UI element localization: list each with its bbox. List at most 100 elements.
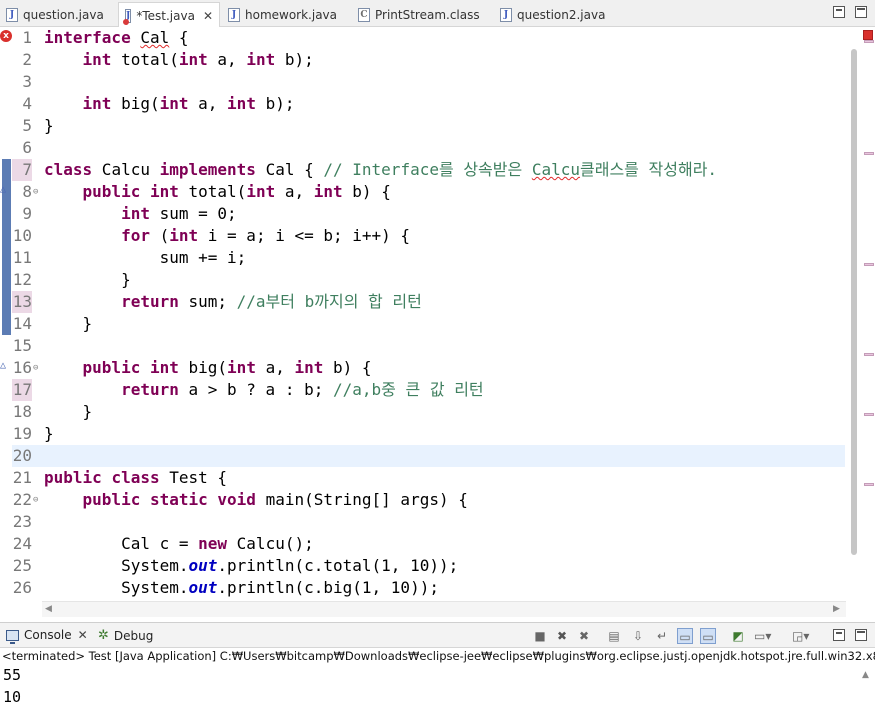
tab-label: question.java xyxy=(23,7,104,22)
code-line[interactable]: 21 public class Test { xyxy=(12,467,845,489)
tab-test-java[interactable]: J *Test.java ✕ xyxy=(118,2,220,28)
display-selected-console-icon[interactable]: ▭▾ xyxy=(754,628,771,644)
line-number: 4 xyxy=(22,94,32,113)
code-line[interactable]: 16 △ ⊖ public int big(int a, int b) { xyxy=(0,357,845,379)
minimize-icon[interactable] xyxy=(833,6,845,18)
code-text: sum += i; xyxy=(44,248,247,267)
tab-debug[interactable]: ✲ Debug xyxy=(98,628,153,643)
horizontal-scrollbar[interactable]: ◀ ▶ xyxy=(42,601,846,617)
code-line[interactable]: 4 int big(int a, int b); xyxy=(12,93,845,115)
line-number: 16 xyxy=(12,358,32,377)
code-line[interactable]: 26 System.out.println(c.big(1, 10)); xyxy=(12,577,845,599)
scroll-lock-icon[interactable]: ⇩ xyxy=(630,628,646,644)
code-line[interactable]: 17 return a > b ? a : b; //a,b중 큰 값 리턴 xyxy=(12,379,845,401)
code-line[interactable]: 12 } xyxy=(12,269,845,291)
vertical-scrollbar-thumb[interactable] xyxy=(851,49,857,555)
code-text: System.out.println(c.big(1, 10)); xyxy=(44,578,439,597)
scroll-up-icon[interactable]: ▲ xyxy=(862,670,869,680)
console-output[interactable]: 55 10 xyxy=(0,664,860,711)
line-number: 10 xyxy=(12,226,32,245)
scroll-right-icon[interactable]: ▶ xyxy=(833,604,840,614)
code-line[interactable]: 5} xyxy=(12,115,845,137)
code-line[interactable]: 23 xyxy=(12,511,845,533)
line-number: 20 xyxy=(12,446,32,465)
code-text: } xyxy=(44,270,131,289)
code-text: int total(int a, int b); xyxy=(82,50,314,69)
editor-tab-bar: J question.java J *Test.java ✕ J homewor… xyxy=(0,0,875,28)
word-wrap-icon[interactable]: ↵ xyxy=(654,628,670,644)
code-text: return a > b ? a : b; //a,b중 큰 값 리턴 xyxy=(121,380,484,399)
remove-all-terminated-icon[interactable]: ✖ xyxy=(576,628,592,644)
code-line[interactable]: 13 return sum; //a부터 b까지의 합 리턴 xyxy=(12,291,845,313)
overview-ruler xyxy=(846,27,875,617)
code-text: } xyxy=(44,402,93,421)
console-scrollbar[interactable]: ▲ xyxy=(860,664,875,711)
line-number: 11 xyxy=(12,248,32,267)
tab-console[interactable]: Console ✕ xyxy=(6,628,88,644)
overview-marker xyxy=(864,483,874,486)
show-console-on-error-icon[interactable]: ▭ xyxy=(700,628,716,644)
tab-label: *Test.java xyxy=(136,8,195,23)
code-line[interactable]: 22 ⊖ public static void main(String[] arg… xyxy=(12,489,845,511)
code-line[interactable]: 14 } xyxy=(12,313,845,335)
overview-marker xyxy=(864,152,874,155)
tab-question-java[interactable]: J question.java xyxy=(0,2,104,27)
code-line[interactable]: 18 } xyxy=(12,401,845,423)
open-console-icon[interactable]: ◲▾ xyxy=(792,628,809,644)
fold-toggle-icon[interactable]: ⊖ xyxy=(33,489,38,511)
clear-console-icon[interactable]: ▤ xyxy=(606,628,622,644)
line-number: 18 xyxy=(12,402,32,421)
code-line[interactable]: 1 interface Cal { xyxy=(12,27,845,49)
line-number: 8 xyxy=(22,182,32,201)
java-file-icon: J xyxy=(6,7,18,22)
fold-toggle-icon[interactable]: ⊖ xyxy=(33,181,38,203)
code-text: public class Test { xyxy=(44,468,228,487)
show-console-on-output-icon[interactable]: ▭ xyxy=(677,628,693,644)
terminate-icon[interactable]: ■ xyxy=(532,628,548,644)
override-indicator-icon[interactable]: △ xyxy=(0,179,6,201)
debug-icon: ✲ xyxy=(98,628,109,643)
code-line[interactable]: 11 sum += i; xyxy=(12,247,845,269)
code-line[interactable]: 6 xyxy=(12,137,845,159)
close-icon[interactable]: ✕ xyxy=(78,628,88,642)
code-text[interactable]: 1 interface Cal {2 int total(int a, int b… xyxy=(0,27,845,601)
override-indicator-icon[interactable]: △ xyxy=(0,355,6,377)
line-number: 7 xyxy=(12,159,32,181)
overview-marker xyxy=(864,40,874,43)
tab-label: Debug xyxy=(113,628,154,643)
code-line[interactable]: 25 System.out.println(c.total(1, 10)); xyxy=(12,555,845,577)
code-line[interactable]: 3 xyxy=(12,71,845,93)
maximize-icon[interactable] xyxy=(855,629,867,641)
code-line[interactable]: 19} xyxy=(12,423,845,445)
close-icon[interactable]: ✕ xyxy=(203,9,213,23)
minimize-icon[interactable] xyxy=(833,629,845,641)
line-number: 25 xyxy=(12,556,32,575)
code-text: public static void main(String[] args) { xyxy=(82,490,468,509)
line-number: 26 xyxy=(12,578,32,597)
code-text: public int big(int a, int b) { xyxy=(82,358,372,377)
tab-label: homework.java xyxy=(245,7,338,22)
code-editor[interactable]: x 1 interface Cal {2 int total(int a, int… xyxy=(0,27,875,617)
scroll-left-icon[interactable]: ◀ xyxy=(45,604,52,614)
fold-toggle-icon[interactable]: ⊖ xyxy=(33,357,38,379)
tab-homework-java[interactable]: J homework.java xyxy=(222,2,337,27)
code-line[interactable]: 8 △ ⊖ public int total(int a, int b) { xyxy=(0,181,845,203)
code-line[interactable]: 15 xyxy=(12,335,845,357)
maximize-icon[interactable] xyxy=(855,6,867,18)
line-number: 14 xyxy=(12,314,32,333)
tab-printstream-class[interactable]: C PrintStream.class xyxy=(352,2,480,27)
code-line[interactable]: 24 Cal c = new Calcu(); xyxy=(12,533,845,555)
tab-question2-java[interactable]: J question2.java xyxy=(494,2,605,27)
code-line[interactable]: 9 int sum = 0; xyxy=(12,203,845,225)
overview-marker xyxy=(864,413,874,416)
line-number: 5 xyxy=(22,116,32,135)
vertical-ruler: x xyxy=(0,27,12,601)
pin-console-icon[interactable]: ◩ xyxy=(730,628,746,644)
code-line[interactable]: 7 class Calcu implements Cal { // Interfa… xyxy=(12,159,845,181)
code-line[interactable]: 2 int total(int a, int b); xyxy=(12,49,845,71)
line-number: 6 xyxy=(22,138,32,157)
line-number: 19 xyxy=(12,424,32,443)
code-line[interactable]: 10 for (int i = a; i <= b; i++) { xyxy=(12,225,845,247)
remove-launch-icon[interactable]: ✖ xyxy=(554,628,570,644)
code-line[interactable]: 20 xyxy=(12,445,845,467)
